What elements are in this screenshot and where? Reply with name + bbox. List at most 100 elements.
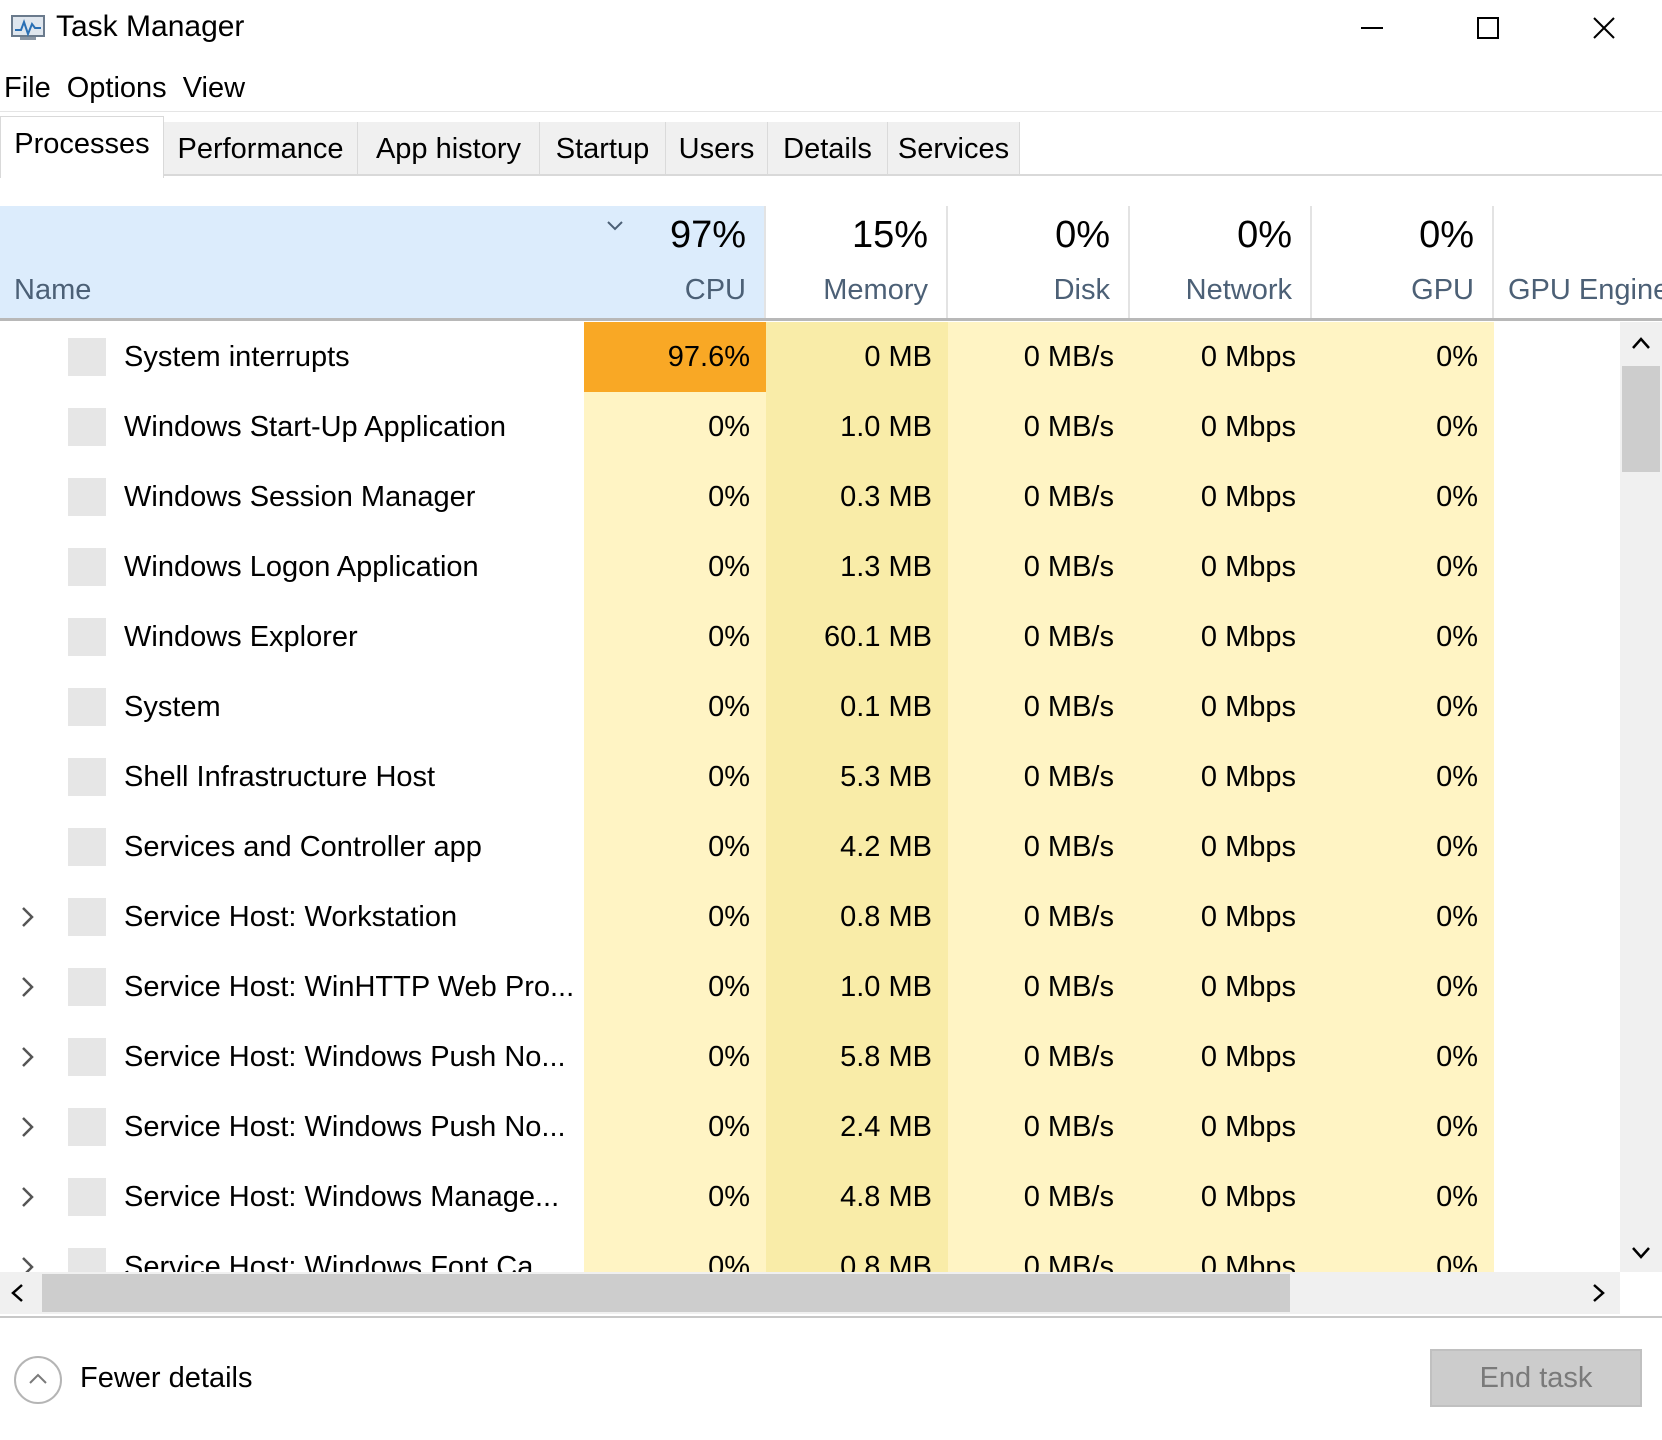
process-name: Windows Logon Application	[124, 551, 479, 583]
column-cpu[interactable]: 97% CPU	[584, 206, 766, 318]
process-row[interactable]: Service Host: Windows Push No... 0% 5.8 MB…	[0, 1022, 1620, 1092]
column-memory[interactable]: 15% Memory	[766, 206, 948, 318]
process-row[interactable]: Service Host: Windows Font Ca... 0% 0.8 MB…	[0, 1232, 1620, 1272]
chevron-right-icon[interactable]	[20, 1045, 36, 1069]
process-name: Services and Controller app	[124, 831, 482, 863]
process-cpu: 0%	[584, 742, 766, 812]
column-disk[interactable]: 0% Disk	[948, 206, 1130, 318]
scroll-left-icon[interactable]	[10, 1283, 24, 1303]
process-icon	[68, 758, 106, 796]
process-row[interactable]: Service Host: Windows Manage... 0% 4.8 MB 0…	[0, 1162, 1620, 1232]
process-row[interactable]: System 0% 0.1 MB 0 MB/s 0 Mbps 0%	[0, 672, 1620, 742]
process-icon	[68, 898, 106, 936]
cpu-label: CPU	[684, 274, 746, 306]
process-row[interactable]: Shell Infrastructure Host 0% 5.3 MB 0 MB/s 0…	[0, 742, 1620, 812]
footer-divider	[0, 1316, 1662, 1318]
process-memory: 4.2 MB	[766, 812, 948, 882]
close-icon	[1593, 17, 1615, 39]
chevron-right-icon[interactable]	[20, 975, 36, 999]
column-gpu-engine[interactable]: GPU Engine	[1494, 206, 1662, 318]
tab-users[interactable]: Users	[666, 122, 768, 176]
process-icon	[68, 1038, 106, 1076]
process-memory: 0.3 MB	[766, 462, 948, 532]
scroll-down-icon[interactable]	[1631, 1246, 1651, 1260]
chevron-right-icon[interactable]	[20, 1115, 36, 1139]
process-name: Windows Session Manager	[124, 481, 476, 513]
menu-view[interactable]: View	[179, 64, 247, 112]
horizontal-scrollbar[interactable]	[0, 1272, 1620, 1314]
chevron-right-icon[interactable]	[20, 1255, 36, 1272]
process-network: 0 Mbps	[1130, 882, 1312, 952]
process-gpu: 0%	[1312, 812, 1494, 882]
process-memory: 0 MB	[766, 322, 948, 392]
process-network: 0 Mbps	[1130, 462, 1312, 532]
process-row[interactable]: Service Host: WinHTTP Web Pro... 0% 1.0 MB…	[0, 952, 1620, 1022]
process-row[interactable]: Windows Explorer 0% 60.1 MB 0 MB/s 0 Mbps 0%	[0, 602, 1620, 672]
menu-bar: File Options View	[0, 64, 257, 112]
minimize-button[interactable]	[1314, 0, 1430, 56]
process-memory: 1.3 MB	[766, 532, 948, 602]
process-icon	[68, 408, 106, 446]
tab-details[interactable]: Details	[768, 122, 888, 176]
process-disk: 0 MB/s	[948, 672, 1130, 742]
process-row[interactable]: Windows Start-Up Application 0% 1.0 MB 0 MB…	[0, 392, 1620, 462]
process-disk: 0 MB/s	[948, 952, 1130, 1022]
process-gpu: 0%	[1312, 1092, 1494, 1162]
process-cpu: 0%	[584, 392, 766, 462]
close-button[interactable]	[1546, 0, 1662, 56]
process-gpu: 0%	[1312, 602, 1494, 672]
process-gpu: 0%	[1312, 1022, 1494, 1092]
process-row[interactable]: Service Host: Windows Push No... 0% 2.4 MB…	[0, 1092, 1620, 1162]
process-gpu: 0%	[1312, 532, 1494, 602]
column-name[interactable]: Name	[0, 206, 584, 318]
memory-total: 15%	[851, 214, 928, 256]
process-row[interactable]: Service Host: Workstation 0% 0.8 MB 0 MB/s 0…	[0, 882, 1620, 952]
process-row[interactable]: System interrupts 97.6% 0 MB 0 MB/s 0 Mbps 0%	[0, 322, 1620, 392]
process-row[interactable]: Windows Logon Application 0% 1.3 MB 0 MB/s 0…	[0, 532, 1620, 602]
chevron-right-icon[interactable]	[20, 1185, 36, 1209]
minimize-icon	[1361, 27, 1383, 29]
process-memory: 5.3 MB	[766, 742, 948, 812]
chevron-up-circle-icon	[29, 1373, 47, 1384]
horizontal-scroll-thumb[interactable]	[42, 1274, 1290, 1312]
tab-performance[interactable]: Performance	[164, 122, 358, 176]
maximize-button[interactable]	[1430, 0, 1546, 56]
fewer-details-button[interactable]	[14, 1356, 62, 1404]
disk-total: 0%	[1055, 214, 1110, 256]
process-name: System	[124, 691, 221, 723]
tab-services[interactable]: Services	[888, 122, 1020, 176]
column-network[interactable]: 0% Network	[1130, 206, 1312, 318]
disk-label: Disk	[1053, 274, 1110, 306]
menu-options[interactable]: Options	[63, 64, 169, 112]
chevron-right-icon[interactable]	[20, 905, 36, 929]
process-network: 0 Mbps	[1130, 812, 1312, 882]
column-header: Name 97% CPU 15% Memory 0% Disk 0% Netwo…	[0, 206, 1662, 320]
process-row[interactable]: Services and Controller app 0% 4.2 MB 0 MB/…	[0, 812, 1620, 882]
process-memory: 0.1 MB	[766, 672, 948, 742]
task-manager-app-icon	[11, 15, 45, 40]
tab-processes[interactable]: Processes	[0, 116, 164, 178]
process-memory: 4.8 MB	[766, 1162, 948, 1232]
scroll-up-icon[interactable]	[1631, 336, 1651, 350]
scroll-right-icon[interactable]	[1592, 1283, 1606, 1303]
tab-app-history[interactable]: App history	[358, 122, 540, 176]
menu-file[interactable]: File	[0, 64, 53, 112]
vertical-scroll-thumb[interactable]	[1622, 366, 1660, 472]
tab-bar: Processes Performance App history Startu…	[0, 116, 1662, 178]
vertical-scrollbar[interactable]	[1620, 322, 1662, 1272]
process-row[interactable]: Windows Session Manager 0% 0.3 MB 0 MB/s 0 M…	[0, 462, 1620, 532]
process-memory: 2.4 MB	[766, 1092, 948, 1162]
process-cpu: 0%	[584, 602, 766, 672]
process-disk: 0 MB/s	[948, 742, 1130, 812]
end-task-button[interactable]: End task	[1430, 1349, 1642, 1407]
process-cpu: 0%	[584, 1162, 766, 1232]
process-network: 0 Mbps	[1130, 392, 1312, 462]
fewer-details-label[interactable]: Fewer details	[80, 1362, 252, 1395]
column-gpu[interactable]: 0% GPU	[1312, 206, 1494, 318]
process-disk: 0 MB/s	[948, 392, 1130, 462]
gpu-engine-label: GPU Engine	[1508, 274, 1662, 306]
process-gpu: 0%	[1312, 882, 1494, 952]
process-gpu: 0%	[1312, 1232, 1494, 1272]
tab-startup[interactable]: Startup	[540, 122, 666, 176]
process-network: 0 Mbps	[1130, 322, 1312, 392]
